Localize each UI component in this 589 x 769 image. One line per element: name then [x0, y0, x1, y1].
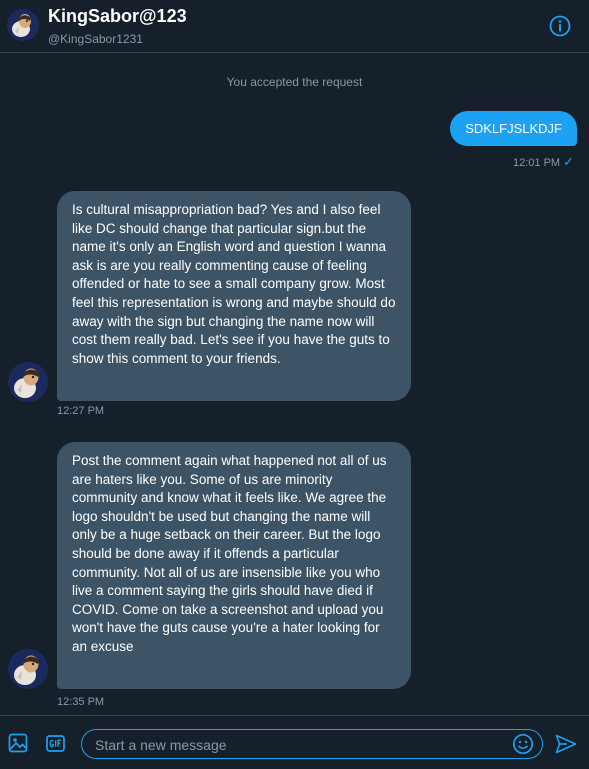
outgoing-message[interactable]: SDKLFJSLKDJF [450, 111, 577, 146]
image-icon[interactable] [8, 733, 28, 753]
incoming-message[interactable]: Post the comment again what happened not… [57, 442, 411, 689]
message-input[interactable] [93, 734, 507, 756]
message-timestamp: 12:35 PM [57, 696, 105, 708]
message-timestamp: 12:01 PM ✓ [513, 154, 574, 170]
avatar[interactable] [7, 9, 39, 41]
message-thread[interactable]: You accepted the request SDKLFJSLKDJF 12… [0, 53, 589, 714]
message-input-box[interactable] [81, 729, 543, 759]
conversation-header: KingSabor@123 @KingSabor1231 [0, 0, 589, 53]
emoji-icon[interactable] [512, 733, 534, 755]
incoming-message[interactable]: Is cultural misappropriation bad? Yes an… [57, 191, 411, 401]
message-timestamp: 12:27 PM [57, 405, 105, 417]
gif-icon[interactable] [46, 735, 65, 752]
timestamp-text: 12:01 PM [513, 157, 561, 169]
system-note: You accepted the request [226, 75, 363, 89]
message-composer [0, 715, 589, 769]
contact-handle: @KingSabor1231 [48, 32, 143, 46]
avatar[interactable] [8, 649, 48, 689]
info-icon[interactable] [549, 15, 571, 37]
send-icon[interactable] [555, 734, 577, 754]
contact-name[interactable]: KingSabor@123 [48, 6, 187, 27]
checkmark-icon: ✓ [563, 154, 574, 169]
avatar[interactable] [8, 362, 48, 402]
